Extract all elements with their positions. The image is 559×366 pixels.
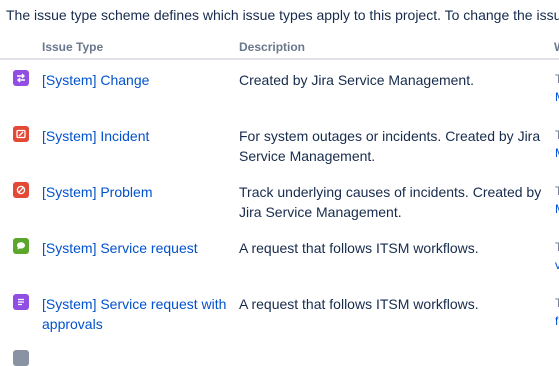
issue-type-link-incident[interactable]: [System] Incident: [42, 126, 232, 146]
table-header: Issue Type Description W: [0, 36, 559, 60]
issue-type-description: For system outages or incidents. Created…: [239, 128, 541, 164]
column-header-description: Description: [239, 40, 306, 54]
issue-type-link-service-request-with-approvals[interactable]: [System] Service request with approvals: [42, 294, 232, 334]
workflow-cell[interactable]: TM: [555, 182, 559, 218]
column-header-workflow: W: [554, 40, 559, 54]
issue-types-table: Issue Type Description W: [0, 36, 559, 60]
service-request-approvals-icon: [13, 294, 29, 310]
workflow-cell[interactable]: Tv: [555, 238, 559, 274]
issue-type-link-problem[interactable]: [System] Problem: [42, 182, 232, 202]
service-request-icon: [13, 238, 29, 254]
column-header-issue-type: Issue Type: [42, 40, 104, 54]
issue-type-description: A request that follows ITSM workflows.: [239, 240, 479, 256]
workflow-cell[interactable]: TM: [555, 126, 559, 162]
issue-type-description: Track underlying causes of incidents. Cr…: [239, 184, 542, 220]
change-icon: [13, 70, 29, 86]
problem-icon: [13, 182, 29, 198]
intro-text: The issue type scheme defines which issu…: [6, 7, 559, 23]
issue-type-description: Created by Jira Service Management.: [239, 72, 474, 88]
workflow-cell[interactable]: Tf: [555, 294, 559, 330]
issue-type-description: A request that follows ITSM workflows.: [239, 296, 479, 312]
issue-type-icon: [13, 350, 29, 366]
incident-icon: [13, 126, 29, 142]
issue-type-link-service-request[interactable]: [System] Service request: [42, 238, 232, 258]
issue-type-link-change[interactable]: [System] Change: [42, 70, 232, 90]
workflow-cell[interactable]: TM: [555, 70, 559, 106]
